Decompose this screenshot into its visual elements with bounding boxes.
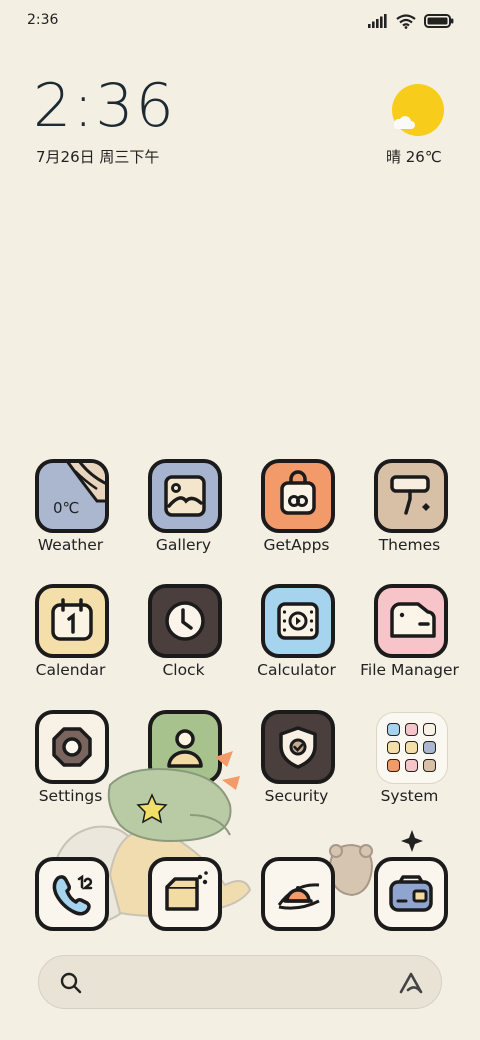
weather-app-icon[interactable]: 0℃ xyxy=(35,459,109,533)
battery-icon xyxy=(424,14,454,28)
folder-icon[interactable] xyxy=(374,584,448,658)
app-label: Gallery xyxy=(155,536,212,554)
camera-icon[interactable] xyxy=(374,857,448,931)
weather-app-temp: 0℃ xyxy=(53,499,80,517)
weather-widget-text: 晴 26℃ xyxy=(386,148,442,166)
browser-icon[interactable] xyxy=(261,857,335,931)
clock-widget-time[interactable]: 2:36 xyxy=(33,76,176,136)
sunny-weather-icon[interactable] xyxy=(390,84,444,138)
search-bar[interactable] xyxy=(38,955,442,1009)
app-calendar[interactable]: Calendar xyxy=(14,584,127,684)
app-label: Clock xyxy=(162,661,205,679)
clock-widget-date: 7月26日 周三下午 xyxy=(36,148,160,166)
app-label: Themes xyxy=(378,536,441,554)
assistant-icon[interactable] xyxy=(397,971,425,995)
search-icon[interactable] xyxy=(59,971,83,995)
app-label: Calculator xyxy=(257,661,336,679)
gallery-icon[interactable] xyxy=(148,459,222,533)
status-bar-time: 2:36 xyxy=(27,12,59,28)
phone-icon[interactable] xyxy=(35,857,109,931)
signal-icon xyxy=(368,14,387,28)
paint-roller-icon[interactable] xyxy=(374,459,448,533)
app-label: GetApps xyxy=(263,536,330,554)
app-gallery[interactable]: Gallery xyxy=(127,459,240,559)
app-label: File Manager xyxy=(360,661,459,679)
app-getapps[interactable]: GetApps xyxy=(240,459,353,559)
shopping-bag-icon[interactable] xyxy=(261,459,335,533)
home-screen: 2:36 2:36 7月26日 周三下午 晴 26℃ 0℃ Weather Ga… xyxy=(0,0,480,1040)
app-themes[interactable]: Themes xyxy=(353,459,466,559)
app-clock[interactable]: Clock xyxy=(127,584,240,684)
app-file-manager[interactable]: File Manager xyxy=(353,584,466,684)
calendar-icon[interactable] xyxy=(35,584,109,658)
status-bar-icons xyxy=(368,11,454,31)
wifi-icon xyxy=(396,13,416,29)
video-player-icon[interactable] xyxy=(261,584,335,658)
messages-icon[interactable] xyxy=(148,857,222,931)
app-label: Calendar xyxy=(35,661,106,679)
clock-icon[interactable] xyxy=(148,584,222,658)
app-label: Weather xyxy=(37,536,104,554)
app-calculator[interactable]: Calculator xyxy=(240,584,353,684)
app-weather[interactable]: 0℃ Weather xyxy=(14,459,127,559)
